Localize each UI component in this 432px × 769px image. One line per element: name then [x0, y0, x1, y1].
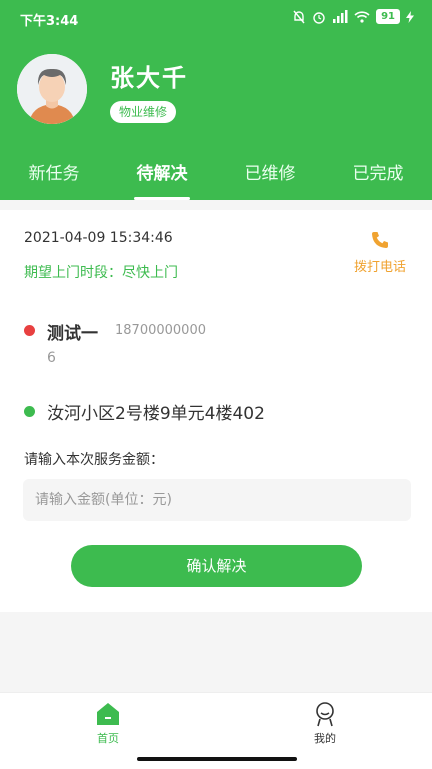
bell-off-icon [293, 10, 305, 23]
expected-visit: 期望上门时段：尽快上门 [24, 265, 178, 281]
wifi-icon [354, 11, 370, 23]
user-name: 张大千 [110, 64, 188, 92]
profile-icon [316, 702, 334, 727]
status-icons: 91 [292, 9, 414, 24]
battery-indicator: 91 [376, 9, 400, 24]
amount-input[interactable] [23, 479, 411, 521]
order-datetime: 2021-04-09 15:34:46 [24, 230, 173, 246]
customer-phone: 18700000000 [115, 323, 206, 338]
avatar-illustration [17, 54, 87, 124]
customer-name: 测试一 [47, 324, 98, 344]
customer-note: 6 [47, 350, 56, 366]
address-dot [24, 406, 35, 417]
status-time: 下午3:44 [20, 14, 79, 29]
home-indicator [137, 757, 297, 761]
tab-repaired[interactable]: 已维修 [216, 152, 324, 200]
avatar[interactable] [17, 54, 87, 124]
nav-mine-label: 我的 [314, 732, 336, 745]
order-card: 2021-04-09 15:34:46 期望上门时段：尽快上门 拨打电话 测试一… [0, 210, 432, 612]
nav-home-label: 首页 [97, 732, 119, 745]
tab-new[interactable]: 新任务 [0, 152, 108, 200]
signal-icon [333, 10, 348, 23]
home-icon [97, 703, 119, 725]
tab-completed[interactable]: 已完成 [324, 152, 432, 200]
call-button[interactable]: 拨打电话 [350, 230, 410, 275]
charging-icon [406, 10, 414, 23]
status-bar: 下午3:44 91 [0, 0, 432, 36]
confirm-resolve-button[interactable]: 确认解决 [71, 545, 362, 587]
tab-pending[interactable]: 待解决 [108, 152, 216, 200]
customer-dot [24, 325, 35, 336]
call-label: 拨打电话 [353, 260, 406, 275]
address: 汝河小区2号楼9单元4楼402 [47, 404, 265, 424]
role-badge: 物业维修 [110, 101, 177, 123]
phone-icon [372, 232, 388, 248]
status-tabs: 新任务 待解决 已维修 已完成 [0, 152, 432, 200]
nav-mine[interactable]: 我的 [285, 701, 365, 746]
amount-label: 请输入本次服务金额： [24, 452, 164, 468]
header: 下午3:44 91 张大千 物业维修 新任务 待解决 已维修 已完成 [0, 0, 432, 200]
nav-home[interactable]: 首页 [68, 701, 148, 746]
alarm-icon [313, 11, 325, 24]
